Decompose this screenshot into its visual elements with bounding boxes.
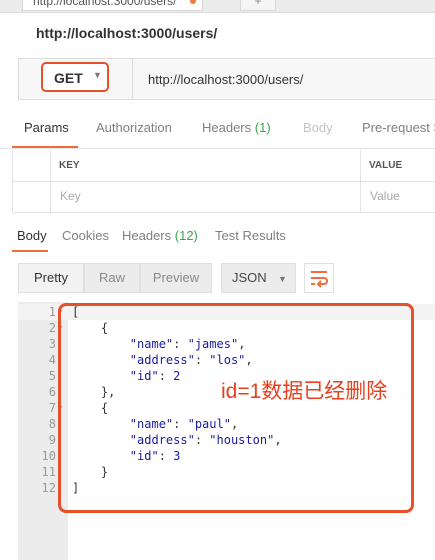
params-table: KEY VALUE Key Value <box>12 150 435 213</box>
request-tab-label: http://localhost:3000/users/ <box>33 0 177 8</box>
code-line: 1 ▼ [ <box>18 304 435 320</box>
request-tabs: Params Authorization Headers (1) Body Pr… <box>0 120 435 148</box>
line-number: 4 <box>48 353 56 367</box>
raw-button[interactable]: Raw <box>84 263 140 293</box>
code-line: 3 "name": "james", <box>18 336 435 352</box>
code-text: "address": "houston", <box>129 433 282 447</box>
code-line: 10 "id": 3 <box>18 448 435 464</box>
value-input[interactable]: Value <box>361 181 435 212</box>
line-number: 5 <box>48 369 56 383</box>
tab-params[interactable]: Params <box>24 120 69 135</box>
tab-pre-request-script[interactable]: Pre-request S <box>362 120 435 135</box>
code-text: } <box>72 465 109 479</box>
code-text: ] <box>72 481 80 495</box>
line-number: 6 <box>48 385 56 399</box>
key-input[interactable]: Key <box>51 181 361 212</box>
headers-count: (1) <box>254 120 271 135</box>
line-number: 11 <box>41 465 56 479</box>
new-tab-button[interactable]: + <box>240 0 276 11</box>
params-header-row: KEY VALUE <box>13 150 435 182</box>
tab-response-headers[interactable]: Headers (12) <box>122 228 198 243</box>
code-line: 9 "address": "houston", <box>18 432 435 448</box>
request-tab[interactable]: http://localhost:3000/users/ <box>22 0 204 11</box>
code-text: { <box>72 401 109 415</box>
response-headers-count: (12) <box>174 228 198 243</box>
url-input[interactable] <box>134 59 435 99</box>
response-tabs: Body Cookies Headers (12) Test Results <box>0 228 435 252</box>
code-line: 2 ▼ { <box>18 320 435 336</box>
code-text: "id": 2 <box>129 369 181 383</box>
tab-authorization[interactable]: Authorization <box>96 120 172 135</box>
code-text: "id": 3 <box>129 449 181 463</box>
code-line: 11 } <box>18 464 435 480</box>
pretty-button[interactable]: Pretty <box>18 263 84 293</box>
code-line: 4 "address": "los", <box>18 352 435 368</box>
code-text: "address": "los", <box>129 353 253 367</box>
request-tab-strip: http://localhost:3000/users/ + <box>0 0 435 13</box>
value-column-header: VALUE <box>369 160 403 171</box>
active-tab-indicator <box>12 250 48 252</box>
chevron-down-icon: ▼ <box>93 70 102 80</box>
url-divider <box>132 59 133 99</box>
tab-body[interactable]: Body <box>303 120 333 135</box>
preview-button[interactable]: Preview <box>140 263 212 293</box>
wrap-lines-button[interactable] <box>304 263 334 293</box>
chevron-down-icon: ▼ <box>278 274 287 284</box>
line-number: 10 <box>41 449 56 463</box>
params-empty-row: Key Value <box>13 181 435 213</box>
row-checkbox-cell[interactable] <box>13 181 51 212</box>
line-number: 3 <box>48 337 56 351</box>
tab-response-body[interactable]: Body <box>17 228 47 243</box>
code-text: "name": "paul", <box>129 417 239 431</box>
line-number: 12 <box>41 481 56 495</box>
key-column-header: KEY <box>51 150 361 181</box>
line-number: 1 <box>48 305 56 319</box>
line-number: 8 <box>48 417 56 431</box>
line-number: 7 <box>48 401 56 415</box>
request-title: http://localhost:3000/users/ <box>36 25 218 41</box>
code-line: 12] <box>18 480 435 496</box>
wrap-lines-icon <box>311 271 328 288</box>
tab-cookies[interactable]: Cookies <box>62 228 109 243</box>
unsaved-dot-icon <box>190 0 197 4</box>
code-text: "name": "james", <box>129 337 246 351</box>
code-text: }, <box>72 385 116 399</box>
format-label: JSON <box>232 270 267 285</box>
fold-triangle-icon[interactable]: ▼ <box>58 400 62 416</box>
tab-test-results[interactable]: Test Results <box>215 228 286 243</box>
code-text: { <box>72 321 109 335</box>
url-bar: GET ▼ <box>18 58 435 100</box>
tab-headers[interactable]: Headers (1) <box>202 120 271 135</box>
code-text: [ <box>72 305 80 319</box>
code-line: 8 "name": "paul", <box>18 416 435 432</box>
response-body-editor[interactable]: 1 ▼[2 ▼ {3 "name": "james", 4 "address": "l… <box>18 302 435 560</box>
tabs-divider <box>0 148 435 149</box>
fold-triangle-icon[interactable]: ▼ <box>58 320 62 336</box>
row-checkbox-cell <box>13 150 51 181</box>
method-select[interactable]: GET ▼ <box>41 62 109 92</box>
line-number: 2 <box>48 321 56 335</box>
format-select[interactable]: JSON ▼ <box>221 263 296 293</box>
fold-triangle-icon[interactable]: ▼ <box>58 304 62 320</box>
line-number: 9 <box>48 433 56 447</box>
annotation-text: id=1数据已经删除 <box>221 380 388 403</box>
method-label: GET <box>54 70 83 86</box>
